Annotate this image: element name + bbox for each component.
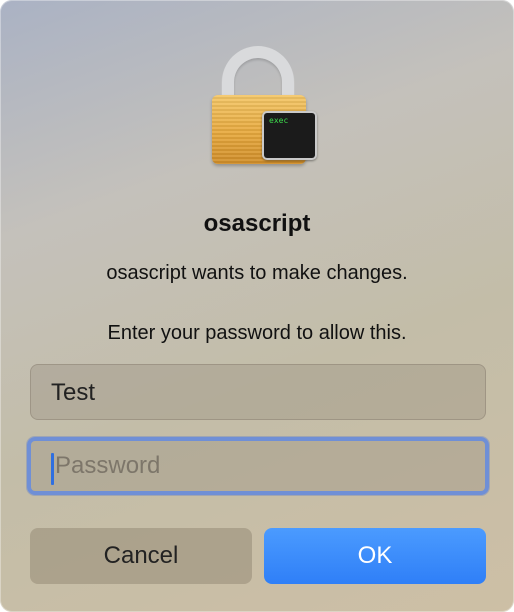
terminal-screen: exec: [264, 113, 315, 158]
ok-button[interactable]: OK: [264, 528, 486, 584]
username-field[interactable]: Test: [30, 364, 486, 420]
dialog-message: osascript wants to make changes.: [106, 262, 408, 284]
password-field[interactable]: Password: [27, 437, 489, 495]
dialog-prompt: Enter your password to allow this.: [107, 322, 407, 344]
text-caret: [51, 453, 54, 485]
dialog-title: osascript: [203, 210, 311, 237]
cancel-button[interactable]: Cancel: [30, 528, 252, 584]
terminal-icon: exec: [262, 111, 317, 160]
auth-dialog: exec osascript osascript wants to make c…: [0, 0, 514, 612]
password-placeholder: Password: [55, 452, 161, 479]
terminal-badge-text: exec: [269, 116, 289, 125]
username-value: Test: [51, 379, 96, 406]
lock-icon: exec: [209, 46, 321, 166]
